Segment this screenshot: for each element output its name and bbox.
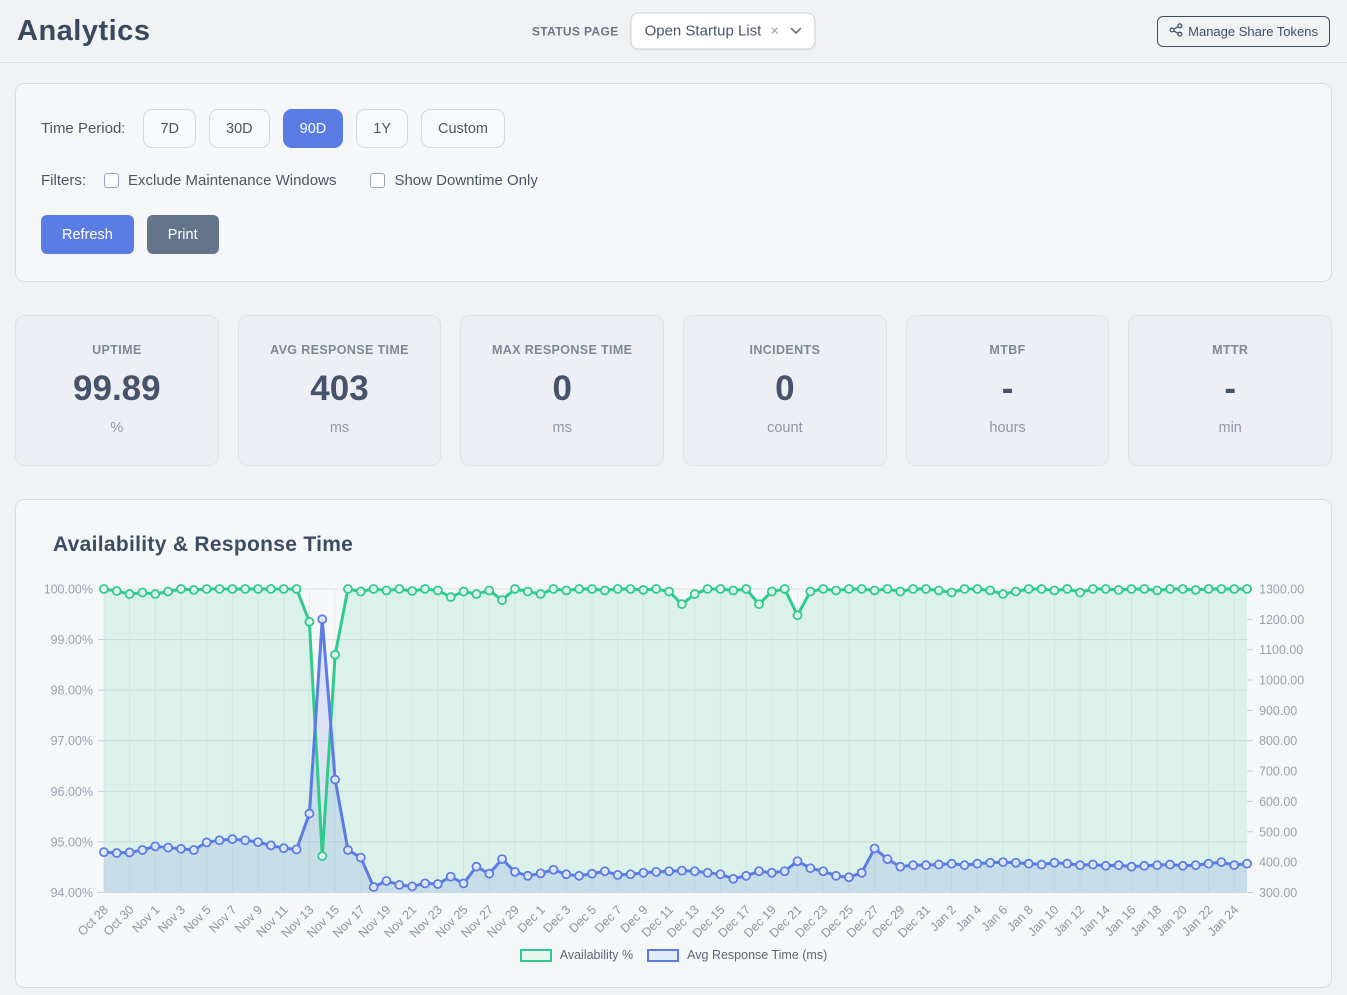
manage-share-tokens-label: Manage Share Tokens [1188, 24, 1318, 39]
legend-label: Avg Response Time (ms) [687, 948, 827, 962]
left-axis-tick-label: 97.00% [51, 734, 93, 748]
status-page-selected-value: Open Startup List [645, 23, 762, 40]
show-downtime-checkbox-box[interactable] [370, 173, 385, 188]
status-page-dropdown[interactable]: Open Startup List × [631, 13, 816, 50]
x-axis-tick-label: Nov 7 [207, 903, 240, 936]
left-axis-tick-label: 100.00% [44, 582, 93, 596]
x-axis-tick-label: Dec 1 [515, 903, 548, 936]
stat-value: - [917, 369, 1099, 409]
x-axis-tick-label: Nov 1 [129, 903, 162, 936]
right-axis-tick-label: 1200.00 [1259, 613, 1304, 627]
stat-value: - [1139, 369, 1321, 409]
stat-label: AVG RESPONSE TIME [249, 343, 431, 357]
stat-card-mtbf: MTBF - hours [906, 315, 1110, 466]
refresh-button[interactable]: Refresh [41, 215, 134, 254]
stat-unit: ms [249, 420, 431, 436]
stat-unit: count [694, 420, 876, 436]
x-axis-tick-label: Nov 3 [155, 903, 188, 936]
stat-card-uptime: UPTIME 99.89 % [15, 315, 219, 466]
stat-label: INCIDENTS [694, 343, 876, 357]
time-period-custom-button[interactable]: Custom [421, 109, 505, 148]
stat-card-mttr: MTTR - min [1128, 315, 1332, 466]
chart-legend: Availability % Avg Response Time (ms) [38, 948, 1309, 962]
show-downtime-checkbox[interactable]: Show Downtime Only [370, 172, 537, 189]
filters-label: Filters: [41, 172, 86, 189]
time-period-1y-button[interactable]: 1Y [356, 109, 408, 148]
stat-card-incidents: INCIDENTS 0 count [683, 315, 887, 466]
filter-panel: Time Period: 7D 30D 90D 1Y Custom Filter… [15, 83, 1332, 282]
x-axis-tick-label: Jan 6 [979, 903, 1011, 935]
availability-swatch-icon [520, 949, 552, 962]
time-period-7d-button[interactable]: 7D [143, 109, 196, 148]
time-period-30d-button[interactable]: 30D [209, 109, 270, 148]
time-period-90d-button[interactable]: 90D [283, 109, 344, 148]
right-axis-tick-label: 400.00 [1259, 856, 1297, 870]
availability-response-chart: 100.00% 99.00% 98.00% 97.00% 96.00% 95.00% 94.… [38, 575, 1309, 962]
right-axis-tick-label: 1100.00 [1259, 643, 1303, 657]
right-axis-tick-label: 300.00 [1259, 886, 1297, 900]
stat-unit: hours [917, 420, 1099, 436]
right-axis-tick-label: 600.00 [1259, 795, 1297, 809]
stat-label: UPTIME [26, 343, 208, 357]
share-icon [1169, 23, 1183, 40]
x-axis-tick-label: Dec 5 [566, 903, 599, 936]
left-axis-tick-label: 98.00% [51, 684, 93, 698]
stat-value: 0 [471, 369, 653, 409]
time-period-group: 7D 30D 90D 1Y Custom [143, 109, 504, 148]
left-axis-tick-label: 95.00% [51, 835, 93, 849]
stat-value: 99.89 [26, 369, 208, 409]
right-axis-tick-label: 700.00 [1259, 765, 1297, 779]
stat-card-avg-response: AVG RESPONSE TIME 403 ms [238, 315, 442, 466]
stat-label: MAX RESPONSE TIME [471, 343, 653, 357]
stats-row: UPTIME 99.89 % AVG RESPONSE TIME 403 ms … [15, 315, 1332, 466]
stat-value: 0 [694, 369, 876, 409]
stat-label: MTBF [917, 343, 1099, 357]
stat-value: 403 [249, 369, 431, 409]
x-axis-tick-label: Jan 4 [953, 903, 985, 935]
chevron-down-icon [790, 28, 801, 35]
chart-title: Availability & Response Time [38, 522, 1309, 567]
exclude-maintenance-checkbox[interactable]: Exclude Maintenance Windows [104, 172, 336, 189]
left-axis-tick-label: 99.00% [51, 633, 93, 647]
legend-item-response-time[interactable]: Avg Response Time (ms) [647, 948, 827, 962]
right-axis-tick-label: 500.00 [1259, 825, 1297, 839]
stat-unit: % [26, 420, 208, 436]
legend-label: Availability % [560, 948, 633, 962]
stat-label: MTTR [1139, 343, 1321, 357]
stat-card-max-response: MAX RESPONSE TIME 0 ms [460, 315, 664, 466]
close-icon[interactable]: × [770, 24, 779, 39]
left-axis-tick-label: 96.00% [51, 785, 93, 799]
response-time-swatch-icon [647, 949, 679, 962]
legend-item-availability[interactable]: Availability % [520, 948, 633, 962]
print-button[interactable]: Print [147, 215, 219, 254]
stat-unit: min [1139, 420, 1321, 436]
page-title: Analytics [17, 15, 150, 48]
chart-panel: Availability & Response Time 100.00% 99.0… [15, 499, 1332, 988]
stat-unit: ms [471, 420, 653, 436]
x-axis-tick-label: Nov 5 [181, 903, 214, 936]
right-axis-tick-label: 1300.00 [1259, 582, 1304, 596]
right-axis-tick-label: 1000.00 [1259, 674, 1304, 688]
left-axis-tick-label: 94.00% [51, 886, 93, 900]
top-header: Analytics STATUS PAGE Open Startup List … [0, 0, 1347, 63]
show-downtime-label: Show Downtime Only [394, 172, 537, 189]
right-axis-tick-label: 800.00 [1259, 734, 1297, 748]
time-period-label: Time Period: [41, 120, 125, 137]
exclude-maintenance-checkbox-box[interactable] [104, 173, 119, 188]
x-axis-tick-label: Jan 2 [927, 903, 959, 935]
x-axis-tick-label: Dec 3 [540, 903, 573, 936]
status-page-label: STATUS PAGE [532, 24, 619, 38]
manage-share-tokens-button[interactable]: Manage Share Tokens [1157, 16, 1330, 47]
status-page-selector: STATUS PAGE Open Startup List × [532, 13, 815, 50]
x-axis-tick-label: Dec 7 [592, 903, 625, 936]
chart-canvas: 100.00% 99.00% 98.00% 97.00% 96.00% 95.00% 94.… [38, 575, 1309, 946]
exclude-maintenance-label: Exclude Maintenance Windows [128, 172, 336, 189]
right-axis-tick-label: 900.00 [1259, 704, 1297, 718]
